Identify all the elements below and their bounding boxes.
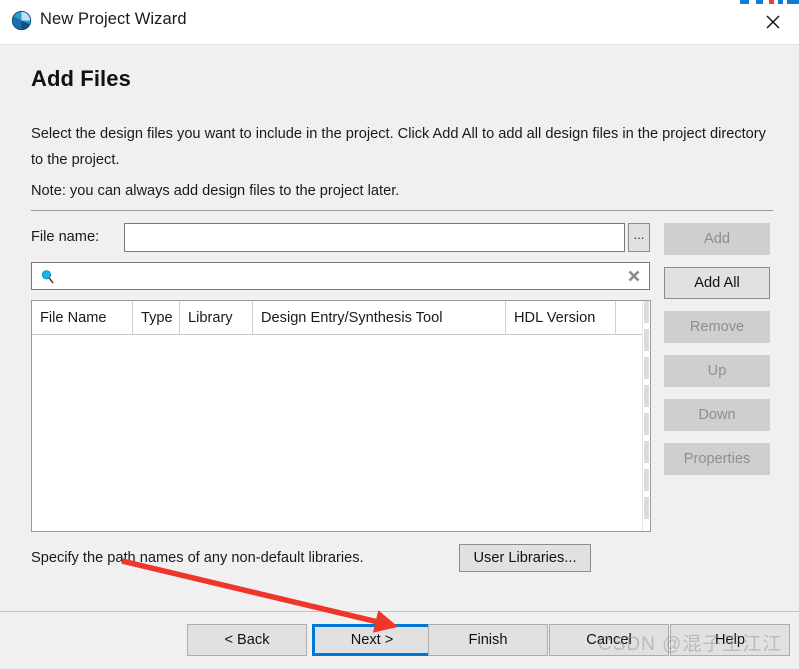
column-header-design-tool[interactable]: Design Entry/Synthesis Tool — [253, 301, 506, 335]
table-body-empty[interactable] — [32, 335, 650, 530]
properties-button[interactable]: Properties — [664, 443, 770, 475]
table-header-row: File Name Type Library Design Entry/Synt… — [32, 301, 650, 335]
cancel-button[interactable]: Cancel — [549, 624, 669, 656]
separator-top — [31, 210, 773, 211]
user-libraries-hint: Specify the path names of any non-defaul… — [31, 550, 364, 566]
move-down-button[interactable]: Down — [664, 399, 770, 431]
remove-button[interactable]: Remove — [664, 311, 770, 343]
move-up-button[interactable]: Up — [664, 355, 770, 387]
clear-x-icon[interactable] — [626, 268, 642, 284]
user-libraries-button[interactable]: User Libraries... — [459, 544, 591, 572]
finish-button[interactable]: Finish — [428, 624, 548, 656]
column-header-type[interactable]: Type — [133, 301, 180, 335]
page-description-primary: Select the design files you want to incl… — [31, 121, 773, 173]
next-button[interactable]: Next > — [312, 624, 432, 656]
magnifier-icon — [40, 269, 56, 285]
window-title: New Project Wizard — [40, 10, 187, 29]
file-name-label: File name: — [31, 229, 99, 245]
search-input[interactable] — [61, 264, 621, 288]
column-header-library[interactable]: Library — [180, 301, 253, 335]
column-header-hdl-version[interactable]: HDL Version — [506, 301, 616, 335]
search-box[interactable] — [31, 262, 650, 290]
page-title: Add Files — [31, 66, 131, 92]
browse-button[interactable]: ... — [628, 223, 650, 252]
page-description-note: Note: you can always add design files to… — [31, 180, 773, 202]
quartus-globe-icon — [11, 10, 33, 32]
add-all-button[interactable]: Add All — [664, 267, 770, 299]
back-button[interactable]: < Back — [187, 624, 307, 656]
column-header-file-name[interactable]: File Name — [32, 301, 133, 335]
close-icon[interactable] — [753, 4, 793, 40]
title-bar: New Project Wizard — [0, 0, 799, 45]
file-name-input[interactable] — [124, 223, 625, 252]
help-button[interactable]: Help — [670, 624, 790, 656]
separator-bottom — [0, 611, 799, 612]
add-button[interactable]: Add — [664, 223, 770, 255]
table-vertical-scrollbar[interactable] — [642, 301, 650, 531]
file-list-table[interactable]: File Name Type Library Design Entry/Synt… — [31, 300, 651, 532]
